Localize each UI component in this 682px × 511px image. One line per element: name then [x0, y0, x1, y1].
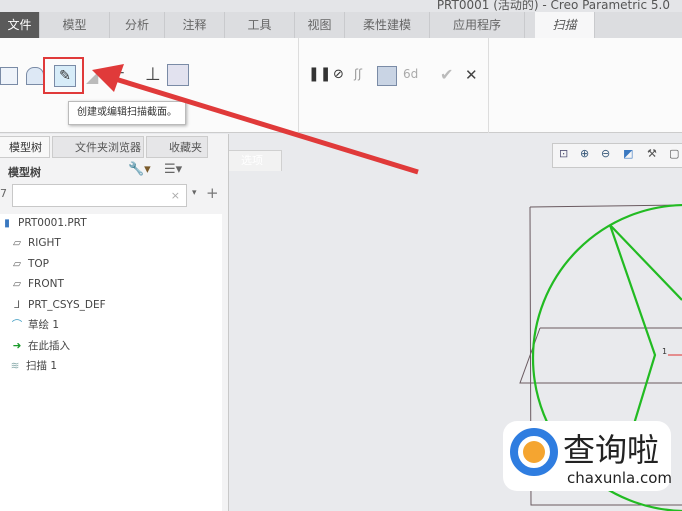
- watermark-brand: 查询啦: [563, 431, 660, 469]
- axis-label: 1: [662, 347, 667, 356]
- red-arrow: [92, 64, 419, 175]
- watermark-url: chaxunla.com: [567, 469, 672, 487]
- sketch-polygon-edge: [609, 224, 682, 301]
- datum-plane-top: [519, 327, 682, 384]
- magnifier-logo-icon: [510, 428, 558, 476]
- watermark-logo: 查询啦 chaxunla.com: [503, 421, 672, 491]
